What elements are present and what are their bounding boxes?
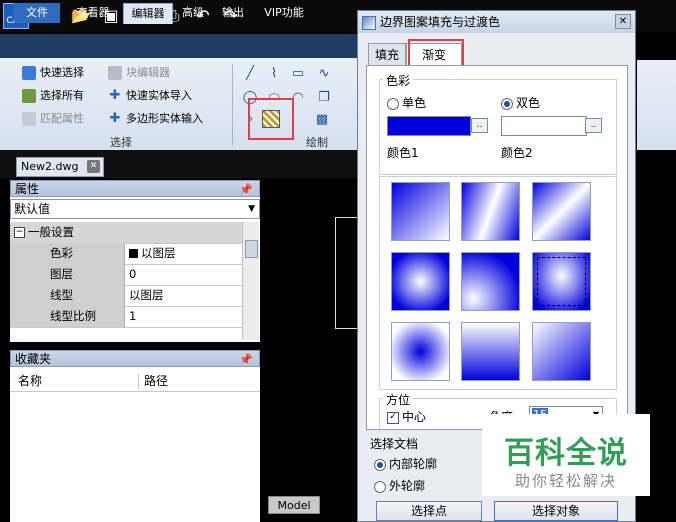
chevron-down-icon: ▼ [248, 204, 255, 214]
scrollbar-thumb[interactable] [245, 240, 258, 258]
watermark: 百科全说 助你轻松解决 [482, 414, 650, 496]
rectangle-icon[interactable]: ▭ [290, 66, 306, 82]
polyline-icon[interactable]: ⌇ [266, 66, 282, 82]
tab-vip[interactable]: VIP功能 [256, 3, 312, 23]
tab-file[interactable]: 文件 [14, 3, 60, 23]
property-row[interactable]: 线型 以图层 [10, 285, 242, 307]
color2-picker-button[interactable]: .. [585, 118, 602, 133]
gradient-swatch-inv-spherical[interactable] [391, 322, 450, 381]
column-name[interactable]: 名称 [18, 372, 42, 391]
quick-select-button[interactable]: 快速选择 [22, 63, 84, 83]
tab-viewer[interactable]: 查看器 [70, 3, 116, 23]
gradient-swatch-spherical[interactable] [391, 252, 450, 311]
gradient-swatch-selected[interactable] [532, 252, 591, 311]
drawing-canvas[interactable] [262, 180, 366, 522]
color1-picker-button[interactable]: .. [471, 118, 488, 133]
pick-points-button[interactable]: 选择点 [376, 501, 482, 521]
radio-icon [501, 97, 513, 110]
radio-icon [387, 97, 399, 110]
tab-output[interactable]: 输出 [216, 3, 250, 23]
properties-title: 属性 📌 [10, 180, 260, 197]
tab-advanced[interactable]: 高级 [176, 3, 210, 23]
block-editor-button[interactable]: 块编辑器 [108, 63, 170, 83]
property-row[interactable]: 图层 0 [10, 264, 242, 286]
ribbon-separator [232, 64, 233, 146]
close-icon[interactable]: ✕ [615, 14, 631, 29]
color1-swatch[interactable] [387, 116, 471, 136]
properties-grid: − 一般设置 色彩 以图层 图层 0 线型 以图层 线型比例 1 [10, 222, 242, 342]
quick-entity-import-button[interactable]: ✚ 快速实体导入 [108, 86, 192, 106]
scrollbar[interactable] [242, 222, 259, 340]
two-color-radio[interactable]: 双色 [501, 94, 540, 111]
color2-label: 颜色2 [501, 146, 533, 160]
color-group-label: 色彩 [383, 72, 414, 89]
quick-select-icon [22, 66, 36, 80]
center-checkbox[interactable]: ✓ 中心 [387, 408, 426, 425]
color-swatch [129, 249, 138, 258]
inner-contour-radio[interactable]: 内部轮廓 [374, 455, 437, 472]
select-all-icon [22, 89, 36, 103]
match-properties-button[interactable]: 匹配属性 [22, 109, 84, 129]
match-properties-icon [22, 112, 36, 126]
dialog-title-bar: 边界图案填充与过渡色 [358, 11, 635, 33]
gradient-swatch-vertical[interactable] [461, 322, 520, 381]
column-divider [138, 374, 139, 389]
collapse-icon[interactable]: − [14, 227, 25, 238]
radio-icon [374, 480, 386, 493]
ribbon-overflow [637, 60, 676, 150]
properties-dropdown[interactable]: 默认值 ▼ [10, 199, 260, 219]
plus-icon: ✚ [109, 111, 121, 126]
select-objects-button[interactable]: 选择对象 [494, 501, 618, 521]
block-editor-icon [108, 66, 122, 80]
dialog-icon [362, 16, 376, 30]
tab-fill[interactable]: 填充 [368, 43, 406, 65]
single-color-radio[interactable]: 单色 [387, 94, 426, 111]
gradient-swatch-diagonal[interactable] [532, 182, 591, 241]
property-row[interactable]: 色彩 以图层 [10, 243, 242, 265]
polygon-entity-input-button[interactable]: ✚ 多边形实体输入 [108, 109, 203, 129]
select-all-button[interactable]: 选择所有 [22, 86, 84, 106]
select-group-label: 选择 [110, 136, 132, 149]
favorites-panel: 收藏夹 📌 名称 路径 [10, 350, 260, 522]
image-icon[interactable]: ▩ [314, 112, 330, 128]
gradient-swatch-linear[interactable] [391, 182, 450, 241]
draw-group-label: 绘制 [306, 136, 328, 149]
watermark-title: 百科全说 [504, 436, 628, 471]
watermark-subtitle: 助你轻松解决 [514, 472, 617, 490]
model-tab[interactable]: Model [268, 496, 320, 514]
outer-contour-radio[interactable]: 外轮廓 [374, 477, 425, 494]
color1-label: 颜色1 [387, 146, 419, 160]
column-path[interactable]: 路径 [144, 372, 168, 391]
line-icon[interactable]: ╱ [242, 66, 258, 82]
orientation-label: 方位 [383, 391, 414, 408]
tab-editor[interactable]: 编辑器 [123, 3, 173, 24]
check-icon: ✓ [387, 411, 399, 424]
block-insert-icon[interactable]: ❒ [316, 90, 332, 106]
gradient-swatch-corner[interactable] [461, 252, 520, 311]
favorites-header: 名称 路径 [10, 372, 260, 392]
ribbon-tab-bar [0, 34, 360, 58]
properties-panel: 属性 📌 默认值 ▼ − 一般设置 色彩 以图层 图层 0 线型 以图层 线型比例 1 [10, 180, 260, 342]
document-tab[interactable]: New2.dwg ✕ [16, 157, 104, 177]
gradient-swatch-inv-linear[interactable] [532, 322, 591, 381]
pin-icon[interactable]: 📌 [239, 181, 253, 198]
color2-swatch[interactable] [501, 116, 587, 136]
radio-icon [374, 458, 386, 471]
hatch-icon[interactable] [262, 110, 280, 128]
gradient-swatch-cylinder[interactable] [461, 182, 520, 241]
plus-icon: ✚ [109, 88, 121, 103]
section-row[interactable]: − 一般设置 [10, 222, 242, 244]
property-row[interactable]: 线型比例 1 [10, 306, 242, 328]
favorites-title: 收藏夹 📌 [10, 350, 260, 367]
boundary-group-label: 选择文档 [370, 437, 419, 451]
pin-icon[interactable]: 📌 [239, 351, 253, 368]
gradient-tab-body: 色彩 单色 双色 .. .. 颜色1 颜色2 方位 ✓中心 角度 15▼ [366, 65, 628, 433]
spline-icon[interactable]: ∿ [316, 66, 332, 82]
close-icon[interactable]: ✕ [87, 160, 100, 173]
